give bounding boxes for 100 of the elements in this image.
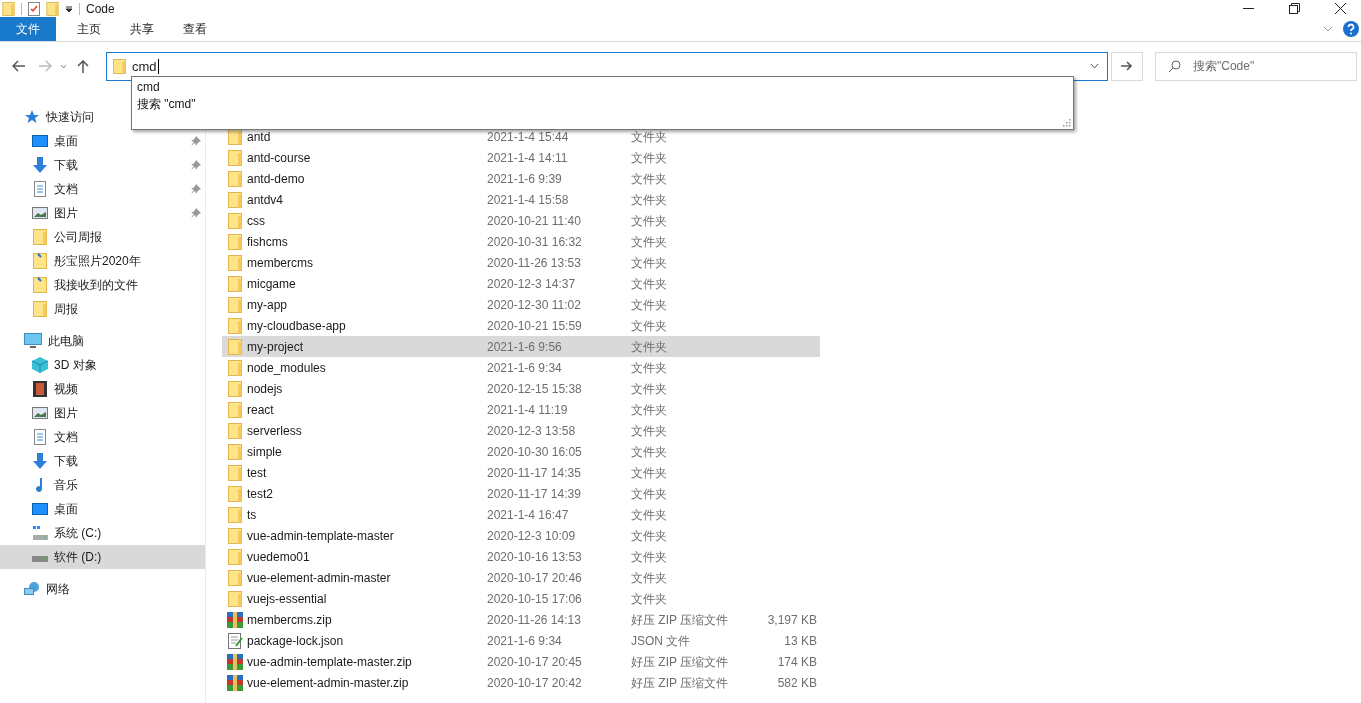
file-row[interactable]: fishcms 2020-10-31 16:32 文件夹 [222, 231, 820, 252]
close-icon[interactable] [1335, 3, 1346, 14]
help-icon[interactable] [1343, 21, 1359, 37]
download-arrow-icon [32, 453, 48, 469]
folder-icon [32, 301, 48, 317]
file-row[interactable]: css 2020-10-21 11:40 文件夹 [222, 210, 820, 231]
suggestion-item[interactable]: cmd [137, 79, 160, 96]
folder-icon [227, 275, 242, 292]
file-row[interactable]: react 2021-1-4 11:19 文件夹 [222, 399, 820, 420]
file-row[interactable]: micgame 2020-12-3 14:37 文件夹 [222, 273, 820, 294]
pin-icon[interactable] [191, 160, 201, 170]
go-button[interactable] [1111, 51, 1143, 81]
folder-icon [227, 233, 242, 250]
file-row[interactable]: package-lock.json 2021-1-6 9:34 JSON 文件 13 KB [222, 630, 820, 651]
search-icon [1168, 59, 1181, 73]
sidebar-item[interactable]: 我接收到的文件 [0, 273, 205, 297]
sidebar-item[interactable]: 彤宝照片2020年 [0, 249, 205, 273]
file-row[interactable]: vue-element-admin-master.zip 2020-10-17 20:42 好压 ZIP 压缩文件 582 KB [222, 672, 820, 693]
shared-folder-icon [32, 253, 48, 269]
sidebar-item[interactable]: 图片 [0, 401, 205, 425]
folder-icon [227, 317, 242, 334]
system-drive-icon [32, 525, 48, 541]
sidebar-item[interactable]: 3D 对象 [0, 353, 205, 377]
up-arrow-icon[interactable] [77, 59, 89, 73]
folder-icon [227, 170, 242, 187]
archive-icon [226, 653, 243, 670]
folder-icon [227, 338, 242, 355]
suggestion-item[interactable]: 搜索 "cmd" [137, 96, 196, 113]
sidebar-item[interactable]: 下载 [0, 153, 205, 177]
document-icon [32, 181, 48, 197]
folder-icon [227, 401, 242, 418]
file-row[interactable]: vue-admin-template-master 2020-12-3 10:09 文件夹 [222, 525, 820, 546]
file-row[interactable]: vue-element-admin-master 2020-10-17 20:46 文件夹 [222, 567, 820, 588]
folder-icon [227, 548, 242, 565]
sidebar-item[interactable]: 图片 [0, 201, 205, 225]
download-arrow-icon [32, 157, 48, 173]
file-row[interactable]: node_modules 2021-1-6 9:34 文件夹 [222, 357, 820, 378]
sidebar-item[interactable]: 桌面 [0, 129, 205, 153]
archive-icon [226, 611, 243, 628]
file-row[interactable]: membercms.zip 2020-11-26 14:13 好压 ZIP 压缩文件 3,197 KB [222, 609, 820, 630]
file-row[interactable]: my-project 2021-1-6 9:56 文件夹 [222, 336, 820, 357]
desktop-icon [32, 133, 48, 149]
file-row[interactable]: vuedemo01 2020-10-16 13:53 文件夹 [222, 546, 820, 567]
sidebar-section[interactable]: 此电脑 [0, 329, 205, 353]
sidebar-item[interactable]: 下载 [0, 449, 205, 473]
sidebar-item[interactable]: 文档 [0, 177, 205, 201]
cube-icon [32, 357, 48, 373]
back-arrow-icon[interactable] [12, 60, 25, 72]
folder-icon [227, 191, 242, 208]
file-row[interactable]: antd-course 2021-1-4 14:11 文件夹 [222, 147, 820, 168]
sidebar-item[interactable]: 视频 [0, 377, 205, 401]
sidebar-item[interactable]: 软件 (D:) [0, 545, 205, 569]
chevron-down-icon[interactable] [60, 63, 67, 69]
sidebar-section[interactable]: 网络 [0, 577, 205, 601]
sidebar-item[interactable]: 文档 [0, 425, 205, 449]
file-row[interactable]: membercms 2020-11-26 13:53 文件夹 [222, 252, 820, 273]
ribbon-tab[interactable]: 共享 [115, 17, 168, 41]
sidebar-item[interactable]: 公司周报 [0, 225, 205, 249]
pin-icon[interactable] [191, 208, 201, 218]
file-row[interactable]: my-cloudbase-app 2020-10-21 15:59 文件夹 [222, 315, 820, 336]
folder-icon [227, 506, 242, 523]
chevron-down-icon[interactable] [1323, 26, 1333, 32]
sidebar-item[interactable]: 音乐 [0, 473, 205, 497]
dropdown-arrow-icon[interactable] [65, 4, 73, 13]
file-row[interactable]: simple 2020-10-30 16:05 文件夹 [222, 441, 820, 462]
file-row[interactable]: vue-admin-template-master.zip 2020-10-17 20:45 好压 ZIP 压缩文件 174 KB [222, 651, 820, 672]
sidebar-item[interactable]: 桌面 [0, 497, 205, 521]
sidebar-item[interactable]: 周报 [0, 297, 205, 321]
ribbon-tab[interactable]: 文件 [0, 17, 56, 41]
file-row[interactable]: nodejs 2020-12-15 15:38 文件夹 [222, 378, 820, 399]
file-row[interactable]: vuejs-essential 2020-10-15 17:06 文件夹 [222, 588, 820, 609]
file-row[interactable]: serverless 2020-12-3 13:58 文件夹 [222, 420, 820, 441]
properties-icon[interactable] [28, 1, 40, 16]
file-row[interactable]: test 2020-11-17 14:35 文件夹 [222, 462, 820, 483]
ribbon-tab[interactable]: 查看 [168, 17, 221, 41]
network-icon [24, 581, 40, 597]
folder-icon [2, 1, 15, 16]
folder-icon [227, 590, 242, 607]
search-field[interactable]: 搜索"Code" [1155, 51, 1357, 81]
star-icon [24, 109, 40, 125]
folder-icon [227, 359, 242, 376]
pin-icon[interactable] [191, 184, 201, 194]
resize-grip-icon[interactable] [1063, 119, 1071, 127]
folder-icon [227, 485, 242, 502]
restore-icon[interactable] [1289, 3, 1300, 14]
new-folder-icon [46, 1, 59, 16]
file-row[interactable]: my-app 2020-12-30 11:02 文件夹 [222, 294, 820, 315]
file-row[interactable]: test2 2020-11-17 14:39 文件夹 [222, 483, 820, 504]
right-arrow-icon [1121, 61, 1133, 71]
folder-icon [227, 422, 242, 439]
file-row[interactable]: antd-demo 2021-1-6 9:39 文件夹 [222, 168, 820, 189]
pin-icon[interactable] [191, 136, 201, 146]
folder-icon [227, 149, 242, 166]
ribbon-tab[interactable]: 主页 [62, 17, 115, 41]
sidebar-item[interactable]: 系统 (C:) [0, 521, 205, 545]
folder-icon [227, 443, 242, 460]
chevron-down-icon[interactable] [1090, 63, 1099, 69]
file-row[interactable]: ts 2021-1-4 16:47 文件夹 [222, 504, 820, 525]
folder-icon [32, 229, 48, 245]
file-row[interactable]: antdv4 2021-1-4 15:58 文件夹 [222, 189, 820, 210]
